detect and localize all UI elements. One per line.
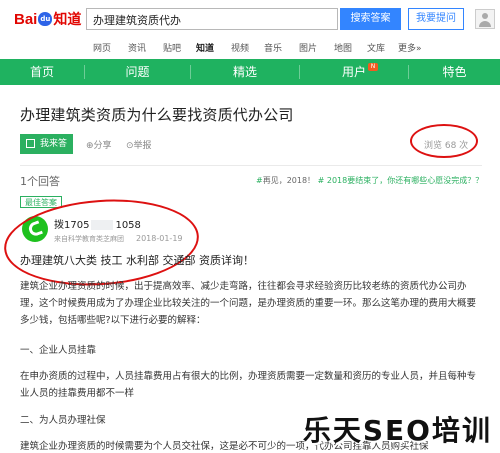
divider [20, 165, 482, 166]
channel-map[interactable]: 地图 [334, 41, 352, 54]
answer-button-label: 我来答 [40, 139, 68, 149]
answer-headline: 办理建筑八大类 技工 水利部 交通部 资质详询！ [20, 254, 254, 267]
pencil-icon [26, 139, 35, 148]
answer-count: 1个回答 [20, 175, 60, 188]
question-title: 办理建筑类资质为什么要找资质代办公司 [20, 106, 294, 124]
user-avatar-icon[interactable] [475, 9, 495, 29]
answer-button[interactable]: 我来答 [20, 134, 73, 154]
channel-tieba[interactable]: 贴吧 [163, 41, 181, 54]
related-topic[interactable]: #再见，2018！ # 2018要结束了，你还有哪些心愿没完成？？ [256, 175, 483, 186]
logo-zhidao: 知道 [53, 12, 82, 28]
answer-section-heading: 一、企业人员挂靠 [20, 345, 97, 356]
share-label: 分享 [93, 141, 112, 151]
nav-home[interactable]: 首页 [0, 59, 84, 85]
related-text: 再见，2018！ [262, 176, 316, 185]
nav-featured[interactable]: 精选 [191, 59, 299, 85]
channel-more[interactable]: 更多» [398, 41, 422, 54]
channel-news[interactable]: 资讯 [128, 41, 146, 54]
nav-users[interactable]: 用户 [300, 59, 408, 85]
logo-bai: Bai [14, 10, 38, 28]
channel-video[interactable]: 视频 [231, 41, 249, 54]
channel-images[interactable]: 图片 [299, 41, 317, 54]
watermark: 乐天SEO培训 [302, 414, 492, 447]
top-header: Bai 知道 办理建筑资质代办 搜索答案 我要提问 [0, 0, 500, 36]
channel-web[interactable]: 网页 [93, 41, 111, 54]
baidu-zhidao-logo[interactable]: Bai 知道 [14, 9, 81, 29]
nav-special[interactable]: 特色 [409, 59, 500, 85]
channel-zhidao[interactable]: 知道 [196, 41, 214, 54]
red-highlight-circle [410, 124, 478, 158]
share-link[interactable]: ⊕分享 [86, 138, 112, 151]
search-input[interactable]: 办理建筑资质代办 [86, 8, 338, 30]
answer-paragraph: 在申办资质的过程中，人员挂靠费用占有很大的比例，办理资质需要一定数量和资历的专业… [20, 371, 477, 399]
channel-wenku[interactable]: 文库 [367, 41, 385, 54]
channel-music[interactable]: 音乐 [264, 41, 282, 54]
report-icon: ⊙ [126, 141, 134, 151]
paw-icon [38, 12, 53, 26]
ask-question-button[interactable]: 我要提问 [408, 8, 464, 30]
main-nav: 首页 问题 精选 用户 N 特色 [0, 59, 500, 85]
nav-questions[interactable]: 问题 [85, 59, 190, 85]
new-badge: N [368, 63, 378, 71]
related-link[interactable]: # 2018要结束了，你还有哪些心愿没完成？？ [318, 176, 484, 185]
channel-tabs: 网页 资讯 贴吧 知道 视频 音乐 图片 地图 文库 更多» [0, 38, 500, 58]
best-answer-tag: 最佳答案 [20, 196, 62, 208]
report-label: 举报 [133, 141, 152, 151]
answer-paragraph: 建筑企业办理资质的时候，出于提高效率、减少走弯路，往往都会寻求经验资历比较老练的… [20, 281, 477, 326]
related-hash: # [256, 176, 263, 185]
share-icon: ⊕ [86, 141, 94, 151]
search-answer-button[interactable]: 搜索答案 [340, 8, 401, 30]
report-link[interactable]: ⊙举报 [126, 138, 152, 151]
